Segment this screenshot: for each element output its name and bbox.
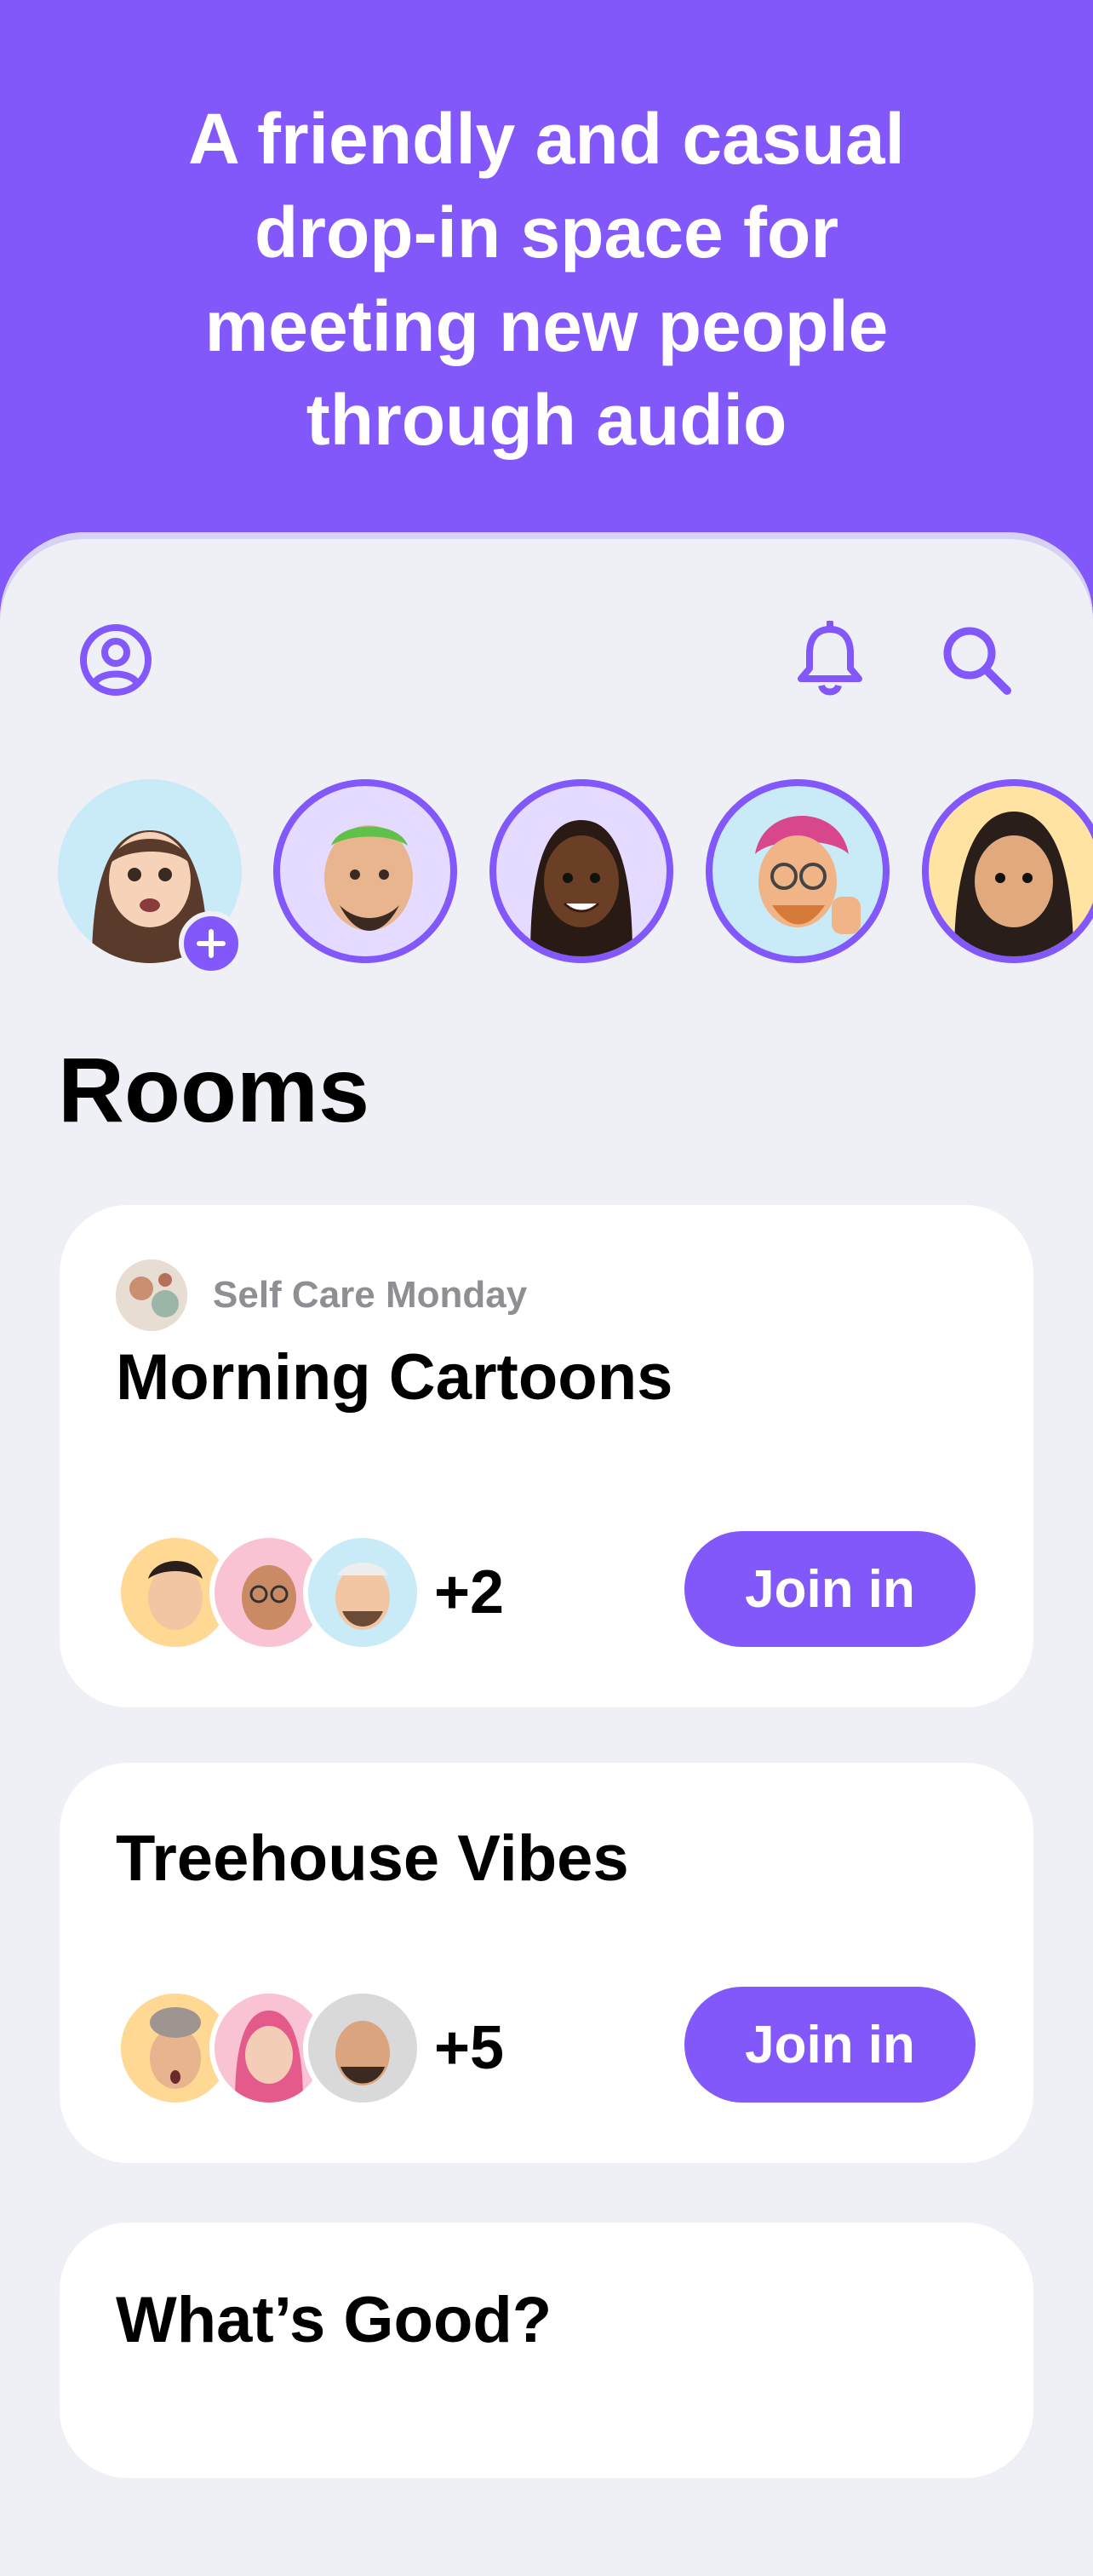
join-room-button[interactable]: Join in [684,1531,976,1647]
participant-avatars: +2 [116,1533,504,1652]
participant-avatar [303,1988,422,2108]
join-room-button[interactable]: Join in [684,1987,976,2103]
search-button[interactable] [934,617,1019,703]
club-name: Self Care Monday [213,1274,528,1316]
club-avatar [116,1259,187,1331]
rooms-heading: Rooms [58,1038,370,1141]
hero-title: A friendly and casual drop-in space for … [0,92,1093,467]
app-screen: Rooms Self Care Monday Morning Cartoons [0,532,1093,2576]
story-avatar[interactable] [922,779,1093,963]
story-avatar[interactable] [706,779,890,963]
avatar-image [755,816,861,934]
search-icon [943,627,1011,695]
avatar-image [530,820,632,956]
room-title: Treehouse Vibes [116,1822,629,1895]
participant-avatars: +5 [116,1988,504,2108]
hero-line: drop-in space for [254,192,839,273]
room-card[interactable]: Self Care Monday Morning Cartoons +2 Joi… [60,1205,1033,1707]
plus-icon [197,929,226,958]
room-title: Morning Cartoons [116,1341,673,1414]
hero-line: A friendly and casual [188,99,905,179]
bell-icon [798,621,862,696]
story-avatar[interactable] [273,779,457,963]
avatar-image [324,825,413,931]
add-story-button[interactable] [179,911,243,976]
participant-avatar [303,1533,422,1652]
stories-row [0,779,1093,984]
extra-participants-count: +2 [434,1558,505,1626]
story-avatar[interactable] [489,779,673,963]
room-card[interactable]: What’s Good? [60,2223,1033,2478]
avatar-image [954,812,1073,956]
hero-line: meeting new people [204,286,889,366]
club-row: Self Care Monday [116,1259,527,1331]
profile-icon [80,624,152,696]
notifications-button[interactable] [787,617,873,703]
profile-button[interactable] [73,617,158,703]
extra-participants-count: +5 [434,2014,505,2082]
room-title: What’s Good? [116,2284,552,2356]
room-card[interactable]: Treehouse Vibes +5 Join in [60,1763,1033,2163]
hero-line: through audio [306,380,787,460]
